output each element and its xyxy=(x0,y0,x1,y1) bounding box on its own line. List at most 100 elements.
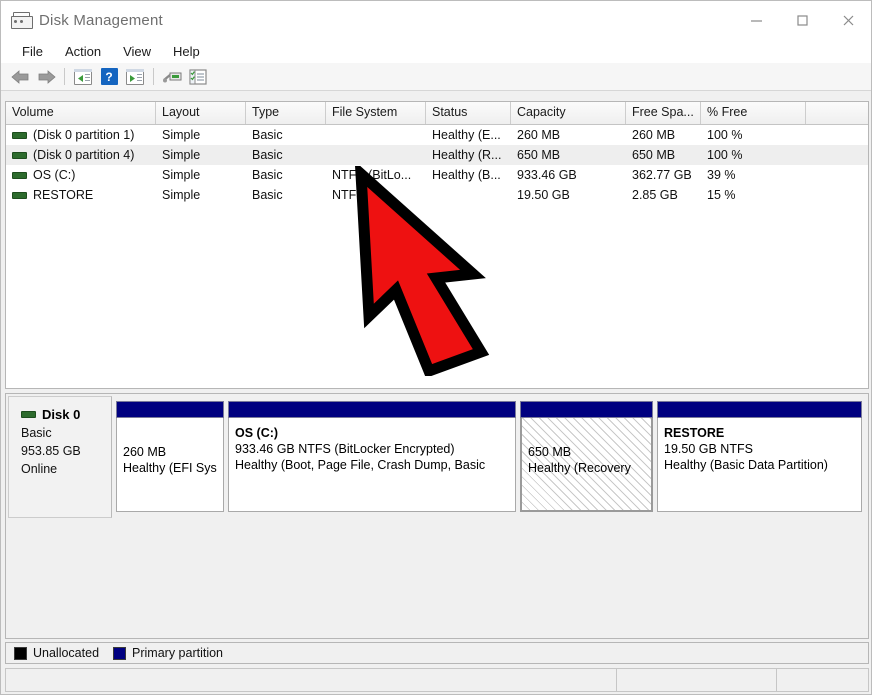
table-row[interactable]: RESTORE Simple Basic NTFS 19.50 GB 2.85 … xyxy=(6,185,868,205)
menu-help[interactable]: Help xyxy=(162,42,211,61)
column-header-layout[interactable]: Layout xyxy=(156,102,246,124)
cell-type: Basic xyxy=(252,148,283,162)
partition-body: 260 MB Healthy (EFI Sys xyxy=(116,418,224,512)
menu-bar: File Action View Help xyxy=(1,39,871,63)
help-question-icon: ? xyxy=(100,68,118,85)
table-row[interactable]: OS (C:) Simple Basic NTFS (BitLo... Heal… xyxy=(6,165,868,185)
legend-item-primary-partition: Primary partition xyxy=(113,646,223,660)
cell-capacity: 260 MB xyxy=(517,128,561,142)
partition-label: RESTORE xyxy=(664,426,725,440)
cell-free-space: 650 MB xyxy=(632,148,676,162)
legend-swatch-unallocated xyxy=(14,646,27,660)
cell-file-system: NTFS (BitLo... xyxy=(332,168,412,182)
partition-color-bar xyxy=(228,401,516,418)
maximize-button[interactable] xyxy=(779,1,825,39)
cell-volume: RESTORE xyxy=(6,188,156,202)
window-title: Disk Management xyxy=(39,11,163,29)
disk-type: Basic xyxy=(21,426,52,440)
back-button[interactable] xyxy=(7,65,33,89)
cell-capacity: 19.50 GB xyxy=(517,188,570,202)
cell-capacity: 650 MB xyxy=(517,148,561,162)
disk-map-pane: Disk 0 Basic 953.85 GB Online 260 MB Hea… xyxy=(5,393,869,639)
cell-layout: Simple xyxy=(162,148,201,162)
forward-button[interactable] xyxy=(33,65,59,89)
disk-state: Online xyxy=(21,462,58,476)
cell-percent-free: 100 % xyxy=(707,128,743,142)
cell-percent-free: 15 % xyxy=(707,188,736,202)
disk-row-disk0: Disk 0 Basic 953.85 GB Online 260 MB Hea… xyxy=(8,396,866,518)
cell-free-space: 362.77 GB xyxy=(632,168,692,182)
volume-icon xyxy=(12,131,27,139)
column-header-volume[interactable]: Volume xyxy=(6,102,156,124)
partition-block-os-c[interactable]: OS (C:) 933.46 GB NTFS (BitLocker Encryp… xyxy=(228,401,516,512)
cell-free-space: 2.85 GB xyxy=(632,188,678,202)
volume-icon xyxy=(12,151,27,159)
cell-type: Basic xyxy=(252,168,283,182)
disk-name: Disk 0 xyxy=(42,407,81,422)
cell-volume-label: RESTORE xyxy=(33,188,94,202)
cell-status: Healthy (B... xyxy=(432,168,501,182)
cell-layout: Simple xyxy=(162,128,201,142)
menu-view[interactable]: View xyxy=(112,42,162,61)
cell-volume-label: (Disk 0 partition 4) xyxy=(33,148,135,162)
table-row[interactable]: (Disk 0 partition 1) Simple Basic Health… xyxy=(6,125,868,145)
cell-free-space: 260 MB xyxy=(632,128,676,142)
close-button[interactable] xyxy=(825,1,871,39)
disk-title: Disk 0 xyxy=(21,407,111,422)
volume-list-header: Volume Layout Type File System Status Ca… xyxy=(6,102,868,125)
disk-management-window: Disk Management File Action View Help ? … xyxy=(0,0,872,695)
partition-body: OS (C:) 933.46 GB NTFS (BitLocker Encryp… xyxy=(228,418,516,512)
status-segment-3 xyxy=(777,669,868,691)
cell-percent-free: 100 % xyxy=(707,148,743,162)
partition-status: Healthy (EFI Sys xyxy=(123,461,217,475)
disk-drive-icon xyxy=(11,12,33,29)
toolbar: ? xyxy=(1,63,871,91)
cell-volume: (Disk 0 partition 1) xyxy=(6,128,156,142)
cell-status: Healthy (R... xyxy=(432,148,502,162)
panel-left-icon xyxy=(74,68,92,85)
status-segment-1 xyxy=(6,669,617,691)
cell-status: Healthy (E... xyxy=(432,128,501,142)
legend-item-unallocated: Unallocated xyxy=(14,646,99,660)
column-header-status[interactable]: Status xyxy=(426,102,511,124)
volume-icon xyxy=(12,171,27,179)
status-bar xyxy=(5,668,869,692)
disk-icon xyxy=(21,411,36,418)
minimize-button[interactable] xyxy=(733,1,779,39)
partition-body: RESTORE 19.50 GB NTFS Healthy (Basic Dat… xyxy=(657,418,862,512)
partition-label: OS (C:) xyxy=(235,426,279,440)
cell-capacity: 933.46 GB xyxy=(517,168,577,182)
partition-block-restore[interactable]: RESTORE 19.50 GB NTFS Healthy (Basic Dat… xyxy=(657,401,862,512)
legend-label-primary-partition: Primary partition xyxy=(132,646,224,660)
menu-file[interactable]: File xyxy=(11,42,54,61)
column-header-filler[interactable] xyxy=(806,102,868,124)
partition-block-recovery[interactable]: 650 MB Healthy (Recovery xyxy=(520,401,653,512)
properties-button[interactable] xyxy=(185,65,211,89)
partition-status: Healthy (Recovery xyxy=(528,461,631,475)
partition-color-bar xyxy=(116,401,224,418)
toolbar-separator-1 xyxy=(64,68,65,85)
legend-label-unallocated: Unallocated xyxy=(33,646,100,660)
column-header-percent-free[interactable]: % Free xyxy=(701,102,806,124)
partition-block-efi[interactable]: 260 MB Healthy (EFI Sys xyxy=(116,401,224,512)
cell-type: Basic xyxy=(252,188,283,202)
column-header-capacity[interactable]: Capacity xyxy=(511,102,626,124)
rescan-disks-button[interactable] xyxy=(159,65,185,89)
window-controls xyxy=(733,1,871,39)
partition-color-bar xyxy=(520,401,653,418)
partition-size: 19.50 GB NTFS xyxy=(664,442,753,456)
disk-info-panel[interactable]: Disk 0 Basic 953.85 GB Online xyxy=(8,396,112,518)
column-header-file-system[interactable]: File System xyxy=(326,102,426,124)
help-button[interactable]: ? xyxy=(96,65,122,89)
status-segment-2 xyxy=(617,669,777,691)
show-hide-action-pane-button[interactable] xyxy=(122,65,148,89)
show-hide-console-tree-button[interactable] xyxy=(70,65,96,89)
cell-layout: Simple xyxy=(162,188,201,202)
legend-bar: Unallocated Primary partition xyxy=(5,642,869,664)
toolbar-separator-2 xyxy=(153,68,154,85)
volume-list-rows: (Disk 0 partition 1) Simple Basic Health… xyxy=(6,125,868,205)
table-row[interactable]: (Disk 0 partition 4) Simple Basic Health… xyxy=(6,145,868,165)
column-header-free-space[interactable]: Free Spa... xyxy=(626,102,701,124)
column-header-type[interactable]: Type xyxy=(246,102,326,124)
menu-action[interactable]: Action xyxy=(54,42,112,61)
